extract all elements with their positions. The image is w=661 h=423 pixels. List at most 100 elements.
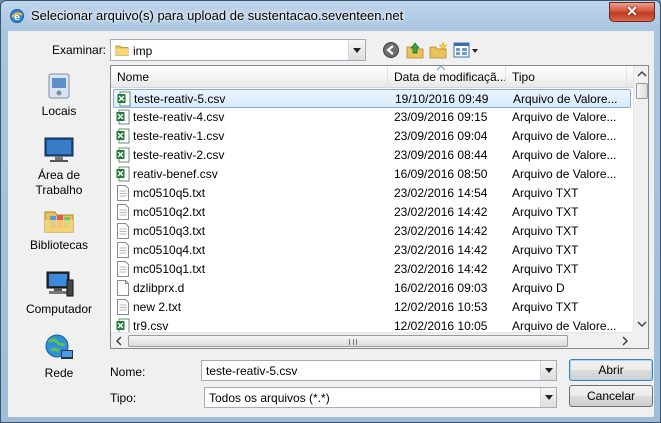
close-icon: ✕ [626,3,638,19]
excel-csv-icon [117,91,131,107]
scroll-up-icon[interactable] [634,66,649,82]
file-name-cell: teste-reativ-1.csv [133,129,225,143]
file-name-cell: dzlibprx.d [133,281,185,295]
file-date-cell: 16/02/2016 09:03 [394,281,488,295]
file-date-cell: 23/02/2016 14:54 [394,186,488,200]
file-list: Nome Data de modificaçã... Tipo T teste-… [110,65,649,349]
column-name-label: Nome [117,70,150,84]
horizontal-scrollbar[interactable] [111,332,633,348]
file-name-cell: tr9.csv [133,319,169,333]
back-icon[interactable] [382,41,400,59]
file-type-cell: Arquivo de Valore... [512,148,617,162]
file-name-cell: mc0510q3.txt [133,224,206,238]
look-in-combobox[interactable]: imp [110,39,366,61]
file-type-cell: Arquivo de Valore... [512,167,617,181]
file-row[interactable]: new 2.txt 12/02/2016 10:53 Arquivo TXT [113,298,631,317]
dialog-body: Examinar: imp Locais Área de Trabalho Bi… [8,31,654,417]
file-type-cell: Arquivo de Valore... [512,110,617,124]
libraries-icon [44,211,74,233]
text-file-icon [116,185,130,201]
file-name-cell: teste-reativ-4.csv [133,110,225,124]
file-type-cell: Arquivo TXT [512,224,579,238]
file-row[interactable]: dzlibprx.d 16/02/2016 09:03 Arquivo D [113,279,631,298]
horizontal-scroll-thumb[interactable] [128,335,568,347]
scroll-right-icon[interactable] [617,333,633,349]
file-name-cell: mc0510q2.txt [133,205,206,219]
close-button[interactable]: ✕ [609,2,655,22]
file-type-cell: Arquivo de Valore... [512,319,617,333]
window-title: Selecionar arquivo(s) para upload de sus… [31,8,404,23]
svg-text:e: e [14,13,20,23]
column-date[interactable]: Data de modificaçã... [388,66,506,88]
file-row[interactable]: mc0510q2.txt 23/02/2016 14:42 Arquivo TXT [113,203,631,222]
file-type-select[interactable]: Todos os arquivos (*.*) [204,387,557,408]
place-label: Área de Trabalho [35,168,83,197]
file-date-cell: 23/02/2016 14:42 [394,262,488,276]
file-type-cell: Arquivo de Valore... [513,92,618,106]
file-date-cell: 19/10/2016 09:49 [395,92,489,106]
file-row[interactable]: mc0510q5.txt 23/02/2016 14:54 Arquivo TXT [113,184,631,203]
file-type-cell: Arquivo TXT [512,300,579,314]
chevron-down-icon[interactable] [540,388,556,407]
vertical-scroll-thumb[interactable] [636,83,648,99]
file-row[interactable]: teste-reativ-5.csv 19/10/2016 09:49 Arquiv… [113,89,631,108]
generic-file-icon [116,280,130,296]
place-label: Computador [25,302,93,316]
file-type-cell: Arquivo TXT [512,262,579,276]
cancel-button[interactable]: Cancelar [569,385,653,407]
scroll-left-icon[interactable] [111,333,127,349]
column-type[interactable]: Tipo [506,66,627,88]
text-file-icon [116,204,130,220]
file-name-cell: reativ-benef.csv [133,167,218,181]
network-icon [45,334,73,359]
places-bar: Locais Área de Trabalho Bibliotecas Comp… [12,64,106,380]
file-row[interactable]: mc0510q3.txt 23/02/2016 14:42 Arquivo TXT [113,222,631,241]
file-date-cell: 23/09/2016 08:44 [394,148,488,162]
sort-up-icon [436,66,446,71]
text-file-icon [116,299,130,315]
file-row[interactable]: mc0510q4.txt 23/02/2016 14:42 Arquivo TXT [113,241,631,260]
up-folder-icon[interactable] [406,41,424,59]
file-name-cell: mc0510q1.txt [133,262,206,276]
file-name-label: Nome: [110,365,146,379]
file-row[interactable]: teste-reativ-1.csv 23/09/2016 09:04 Arquiv… [113,127,631,146]
column-date-label: Data de modificaçã... [394,70,506,84]
file-date-cell: 23/09/2016 09:04 [394,129,488,143]
new-folder-icon[interactable] [429,41,447,59]
scroll-down-icon[interactable] [634,316,649,332]
file-type-cell: Arquivo D [512,281,565,295]
column-header-row: Nome Data de modificaçã... Tipo T [111,66,647,88]
file-name-cell: mc0510q5.txt [133,186,206,200]
title-bar[interactable]: e Selecionar arquivo(s) para upload de s… [1,1,660,31]
file-name-value: teste-reativ-5.csv [206,364,298,378]
place-label: Bibliotecas [29,238,89,252]
place-label: Rede [44,366,74,380]
chevron-down-icon[interactable] [540,361,556,380]
file-date-cell: 12/02/2016 10:53 [394,300,488,314]
column-name[interactable]: Nome [111,66,388,88]
file-row[interactable]: teste-reativ-4.csv 23/09/2016 09:15 Arquiv… [113,108,631,127]
look-in-label: Examinar: [52,43,107,57]
recent-places-icon [48,73,70,99]
file-name-input[interactable]: teste-reativ-5.csv [201,360,557,381]
file-date-cell: 16/09/2016 08:50 [394,167,488,181]
open-button[interactable]: Abrir [569,359,653,381]
vertical-scrollbar[interactable] [633,66,649,332]
excel-csv-icon [116,147,130,163]
file-type-cell: Arquivo TXT [512,205,579,219]
computer-icon [46,271,74,297]
file-row[interactable]: teste-reativ-2.csv 23/09/2016 08:44 Arquiv… [113,146,631,165]
file-open-dialog: e Selecionar arquivo(s) para upload de s… [0,0,661,423]
file-row[interactable]: mc0510q1.txt 23/02/2016 14:42 Arquivo TXT [113,260,631,279]
chevron-down-icon[interactable] [348,40,365,60]
file-name-cell: new 2.txt [133,300,182,314]
place-label: Locais [41,104,77,118]
file-name-cell: mc0510q4.txt [133,243,206,257]
excel-csv-icon [116,128,130,144]
file-type-cell: Arquivo TXT [512,186,579,200]
view-menu-icon[interactable] [453,41,479,59]
column-type-label: Tipo [512,70,535,84]
scroll-corner [633,332,648,348]
file-row[interactable]: reativ-benef.csv 16/09/2016 08:50 Arquivo … [113,165,631,184]
file-date-cell: 23/02/2016 14:42 [394,224,488,238]
